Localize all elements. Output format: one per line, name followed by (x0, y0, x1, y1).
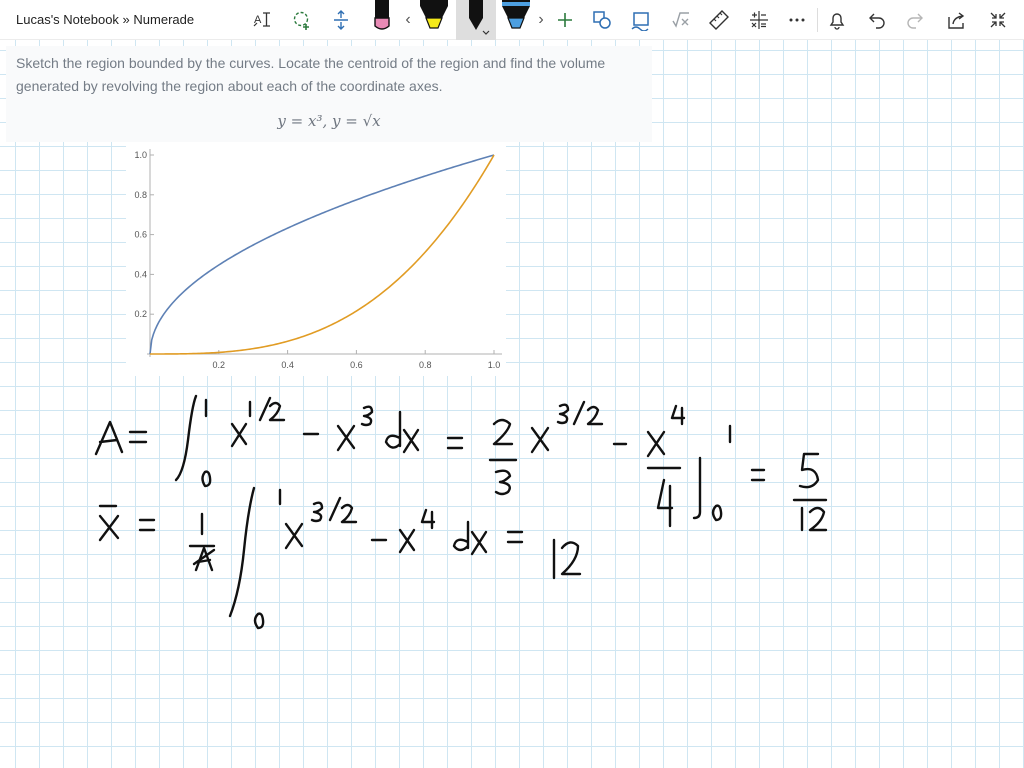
fullscreen-icon[interactable] (984, 6, 1012, 34)
ink-stroke (253, 612, 265, 630)
scroll-left-icon[interactable]: ‹ (402, 10, 414, 30)
ink-stroke (284, 522, 304, 550)
ink-stroke (494, 469, 512, 496)
ink-stroke (268, 401, 286, 422)
ink-stroke (808, 506, 828, 532)
notebook-title[interactable]: Lucas's Notebook » Numerade (16, 12, 194, 27)
ruler-icon[interactable] (705, 6, 733, 34)
redo-icon[interactable] (902, 6, 930, 34)
undo-icon[interactable] (862, 6, 890, 34)
highlighter-blue-icon[interactable] (496, 0, 536, 40)
ink-stroke (340, 503, 358, 524)
ink-stroke (446, 436, 464, 450)
xbar-equation-ink (98, 486, 582, 630)
add-pen-icon[interactable] (551, 6, 579, 34)
ink-stroke (798, 452, 820, 489)
handwritten-solution (94, 394, 828, 630)
ink-stroke (572, 400, 586, 426)
ink-stroke (492, 418, 514, 446)
ink-stroke (201, 470, 212, 488)
text-style-icon[interactable]: A (248, 6, 276, 34)
pen-black-icon[interactable] (456, 0, 496, 40)
ink-stroke (194, 546, 214, 572)
ink-stroke (94, 420, 124, 456)
insert-space-icon[interactable] (327, 6, 355, 34)
math-icon[interactable] (745, 6, 773, 34)
ink-stroke (670, 404, 686, 426)
ink-stroke (646, 430, 666, 458)
toolbar-divider (817, 8, 818, 32)
more-icon[interactable] (783, 6, 811, 34)
share-icon[interactable] (942, 6, 970, 34)
ink-stroke (711, 504, 723, 522)
ink-stroke (310, 501, 324, 523)
ink-stroke (750, 468, 766, 482)
ink-stroke (506, 530, 524, 544)
ink-to-math-icon[interactable] (667, 6, 695, 34)
ink-stroke (230, 422, 248, 448)
ink-stroke (174, 394, 198, 482)
ink-stroke (586, 405, 604, 426)
scroll-right-icon[interactable]: › (535, 10, 547, 30)
lasso-select-icon[interactable] (288, 6, 316, 34)
shapes-icon[interactable] (588, 6, 616, 34)
pen-pink-icon[interactable] (362, 0, 402, 40)
toolbar: Lucas's Notebook » Numerade A ‹ › (0, 0, 1024, 40)
ink-stroke (452, 520, 470, 552)
ink-stroke (420, 508, 436, 530)
ink-stroke (530, 426, 550, 454)
ink-stroke (692, 456, 702, 520)
area-equation-ink (94, 394, 828, 532)
ink-stroke (656, 478, 674, 528)
ink-stroke (384, 410, 402, 449)
highlighter-yellow-icon[interactable] (414, 0, 454, 40)
ink-stroke (258, 396, 272, 422)
ink-stroke (360, 405, 374, 427)
ink-stroke (402, 428, 420, 454)
ink-stroke (98, 514, 120, 542)
ink-stroke (328, 496, 342, 522)
notifications-icon[interactable] (823, 6, 851, 34)
ink-to-shape-icon[interactable] (627, 6, 655, 34)
notebook-canvas[interactable]: Sketch the region bounded by the curves.… (0, 40, 1024, 768)
ink-stroke (138, 518, 156, 532)
ink-stroke (556, 403, 570, 425)
ink-stroke (228, 486, 256, 618)
ink-stroke (560, 541, 582, 576)
ink-stroke (336, 424, 356, 452)
ink-stroke (128, 430, 148, 444)
ink-stroke (398, 528, 416, 554)
ink-stroke (470, 530, 488, 556)
